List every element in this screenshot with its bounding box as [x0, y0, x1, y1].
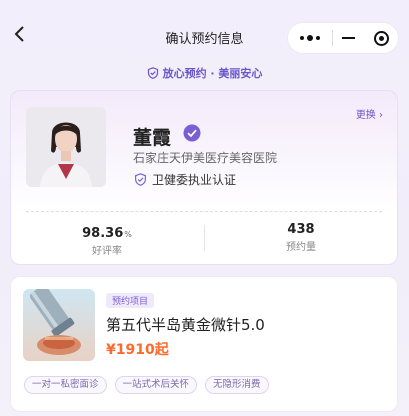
miniprogram-capsule [287, 22, 399, 54]
bookings-label: 预约量 [286, 242, 316, 253]
bookings-value: 438 [287, 222, 315, 237]
verified-check-icon [183, 124, 201, 142]
doctor-name: 董霞 [133, 127, 172, 149]
service-chips: 一对一私密面诊 一站式术后关怀 无隐形消费 [24, 376, 269, 394]
project-price: ¥1910起 [106, 342, 169, 358]
shield-check-icon [147, 67, 158, 79]
project-tag: 预约项目 [106, 293, 155, 308]
rating-label: 好评率 [92, 246, 122, 257]
doctor-avatar [26, 107, 106, 187]
certification-badge: 卫健委执业认证 [134, 171, 236, 188]
rating-value: 98.36 [82, 226, 124, 241]
project-card[interactable]: 预约项目 第五代半岛黄金微针5.0 ¥1910起 一对一私密面诊 一站式术后关怀… [10, 276, 398, 412]
bookings-stat: 438 预约量 [205, 222, 397, 253]
trust-slogan: 放心预约 · 美丽安心 [0, 65, 409, 81]
change-doctor-link[interactable]: 更换 › [356, 106, 383, 121]
service-chip: 无隐形消费 [205, 376, 269, 394]
more-dots-icon[interactable] [288, 23, 332, 53]
project-image [23, 289, 95, 361]
top-bar: 确认预约信息 [0, 0, 409, 58]
shield-check-icon [135, 173, 146, 186]
card-divider [26, 211, 382, 212]
project-name: 第五代半岛黄金微针5.0 [106, 316, 265, 334]
rating-stat: 98.36% 好评率 [11, 222, 203, 257]
rating-unit: % [124, 230, 132, 239]
doctor-card[interactable]: 董霞 石家庄天伊美医疗美容医院 卫健委执业认证 更换 › 98.36% 好评率 … [10, 90, 398, 265]
target-close-icon[interactable] [365, 23, 398, 53]
slogan-text: 放心预约 · 美丽安心 [162, 67, 263, 80]
minimize-icon[interactable] [333, 23, 366, 53]
service-chip: 一对一私密面诊 [24, 376, 107, 394]
service-chip: 一站式术后关怀 [114, 376, 198, 394]
hospital-name: 石家庄天伊美医疗美容医院 [133, 151, 278, 165]
certification-text: 卫健委执业认证 [152, 173, 237, 187]
